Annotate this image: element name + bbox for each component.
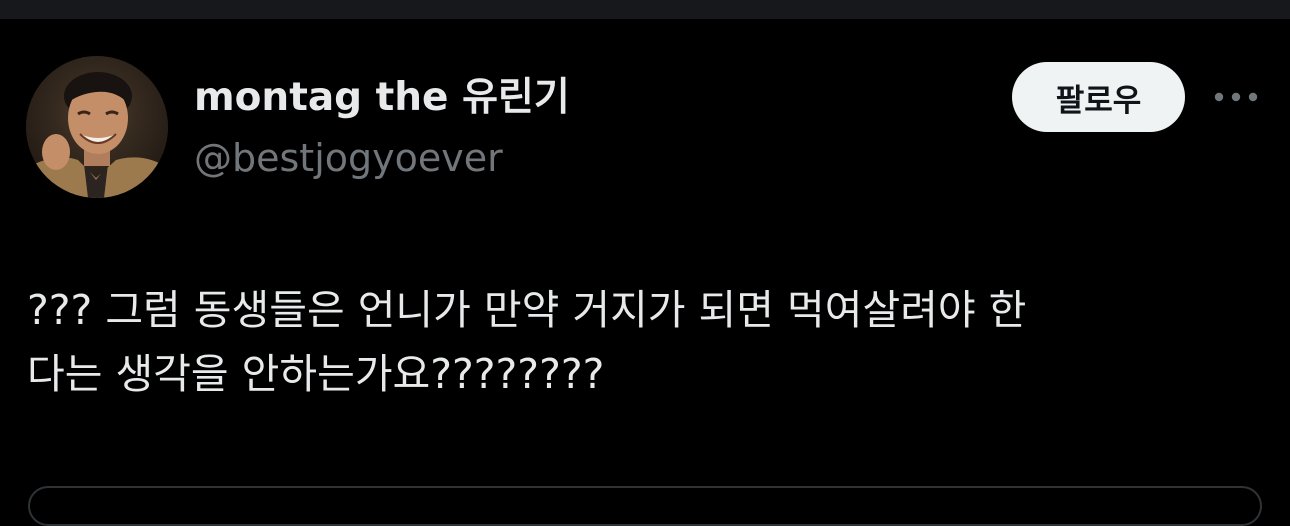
user-handle[interactable]: @bestjogyoever xyxy=(194,134,503,182)
display-name[interactable]: montag the 유린기 xyxy=(194,74,570,122)
media-card-edge xyxy=(28,486,1262,526)
tweet-text-line: ??? 그럼 동생들은 언니가 만약 거지가 되면 먹여살려야 한 xyxy=(27,286,1027,334)
top-bar xyxy=(0,0,1290,19)
avatar[interactable] xyxy=(26,56,168,198)
more-horizontal-icon xyxy=(1214,92,1258,102)
avatar-photo-icon xyxy=(26,56,168,198)
more-options-button[interactable] xyxy=(1212,82,1260,112)
tweet-text-line: 다는 생각을 안하는가요???????? xyxy=(27,350,605,398)
tweet-text: ??? 그럼 동생들은 언니가 만약 거지가 되면 먹여살려야 한 다는 생각을… xyxy=(27,278,1267,406)
follow-button[interactable]: 팔로우 xyxy=(1012,62,1185,132)
